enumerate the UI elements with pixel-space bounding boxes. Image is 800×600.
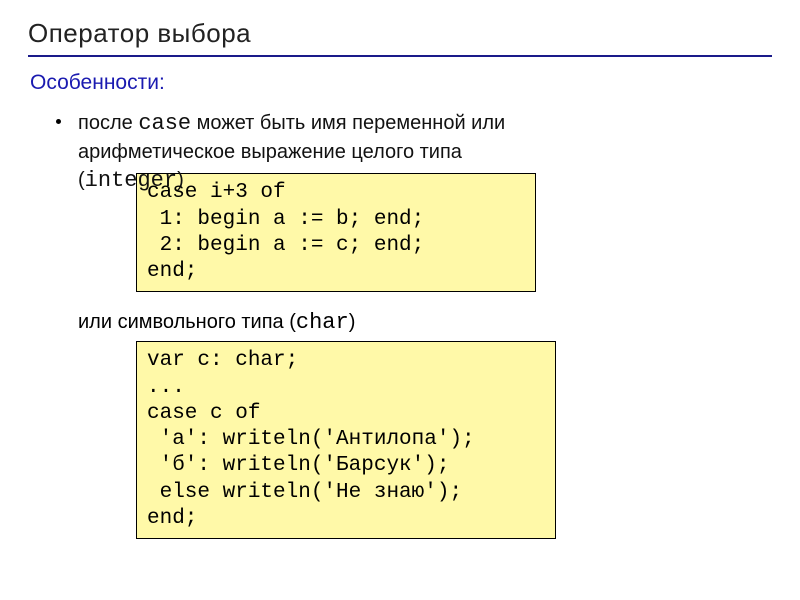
continuation-text: или символьного типа (char) bbox=[78, 310, 772, 335]
section-heading: Особенности: bbox=[30, 71, 772, 95]
code-block-char: var c: char; ... case c of 'а': writeln(… bbox=[136, 341, 556, 539]
slide-title: Оператор выбора bbox=[28, 18, 772, 57]
bullet-text-1a: после bbox=[78, 112, 138, 134]
code-block-integer: case i+3 of 1: begin a := b; end; 2: beg… bbox=[136, 173, 536, 292]
bullet-text-2: арифметическое выражение целого типа bbox=[62, 139, 772, 166]
cont-text-1: или символьного типа ( bbox=[78, 311, 296, 333]
paren-open: ( bbox=[78, 169, 85, 191]
keyword-char: char bbox=[296, 310, 349, 335]
cont-text-2: ) bbox=[349, 311, 356, 333]
keyword-case: case bbox=[138, 111, 191, 136]
bullet-text-1b: может быть имя переменной или bbox=[191, 112, 505, 134]
bullet-dot-icon bbox=[56, 119, 61, 124]
